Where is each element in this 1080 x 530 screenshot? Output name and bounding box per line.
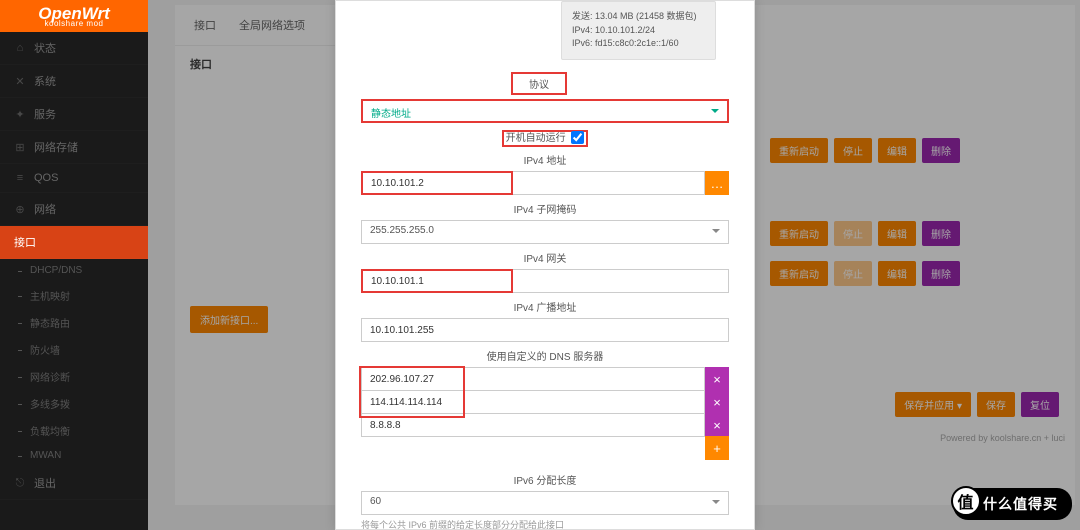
nav-logout[interactable]: ⎋ 退出 <box>0 467 148 500</box>
wrench-icon: ✕ <box>14 75 26 87</box>
ipv4-bcast-input[interactable] <box>361 318 729 342</box>
info-ipv6: IPv6: fd15:c8c0:2c1e::1/60 <box>572 37 705 51</box>
nav-sub-hosts[interactable]: 主机映射 <box>0 282 148 309</box>
logout-icon: ⎋ <box>14 477 26 489</box>
dns-add-button[interactable]: + <box>705 436 729 460</box>
ipv6-len-hint: 将每个公共 IPv6 前缀的给定长度部分分配给此接口 <box>361 518 729 530</box>
nav-status[interactable]: ⌂ 状态 <box>0 32 148 65</box>
home-icon: ⌂ <box>14 42 26 54</box>
ipv6-len-select[interactable]: 60 <box>361 491 729 515</box>
protocol-value: 静态地址 <box>371 109 411 120</box>
nav-sub-firewall[interactable]: 防火墙 <box>0 336 148 363</box>
nas-icon: ⊞ <box>14 141 26 153</box>
nav-sub-multiwan[interactable]: 多线多拨 <box>0 390 148 417</box>
ipv4-gw-label: IPv4 网关 <box>361 250 729 265</box>
nav-label: 状态 <box>34 40 56 56</box>
watermark-badge: 值 什么值得买 <box>953 488 1072 520</box>
ipv4-addr-more-button[interactable]: … <box>705 171 729 195</box>
logo: OpenWrt koolshare mod <box>0 0 148 32</box>
nav-label: 网络 <box>34 201 56 217</box>
nav-sub-mwan[interactable]: MWAN <box>0 444 148 467</box>
dns-label: 使用自定义的 DNS 服务器 <box>361 348 729 363</box>
dns-input-3[interactable] <box>361 413 705 437</box>
logo-subtext: koolshare mod <box>45 19 104 28</box>
nav-network[interactable]: ⊕ 网络 <box>0 193 148 226</box>
ipv4-addr-input[interactable] <box>361 171 513 195</box>
nav-nas[interactable]: ⊞ 网络存储 <box>0 131 148 164</box>
ipv6-len-value: 60 <box>370 496 381 507</box>
qos-icon: ≡ <box>14 172 26 184</box>
ipv4-mask-label: IPv4 子网掩码 <box>361 201 729 216</box>
nav-label: 系统 <box>34 73 56 89</box>
dns-remove-button[interactable]: × <box>705 390 729 414</box>
nav-label: 接口 <box>14 234 36 250</box>
chevron-down-icon <box>712 229 720 233</box>
nav-services[interactable]: ✦ 服务 <box>0 98 148 131</box>
edit-interface-modal: 发送: 13.04 MB (21458 数据包) IPv4: 10.10.101… <box>335 0 755 530</box>
ipv4-gw-input[interactable] <box>361 269 513 293</box>
nav-label: QOS <box>34 172 58 184</box>
dns-remove-button[interactable]: × <box>705 367 729 391</box>
dns-input-1[interactable] <box>361 367 705 391</box>
autostart-wrapper: 开机自动运行 <box>502 130 589 147</box>
watermark-icon: 值 <box>951 486 981 516</box>
ipv4-addr-label: IPv4 地址 <box>361 152 729 167</box>
nav-sub-diag[interactable]: 网络诊断 <box>0 363 148 390</box>
nav-label: 网络存储 <box>34 139 78 155</box>
nav-interfaces[interactable]: 接口 <box>0 226 148 259</box>
dns-remove-button[interactable]: × <box>705 413 729 437</box>
sidebar: OpenWrt koolshare mod ⌂状态 ✕系统 ✦服务 ⊞网络存储 … <box>0 0 148 530</box>
protocol-label: 协议 <box>511 72 567 95</box>
nav-label: 服务 <box>34 106 56 122</box>
watermark-text: 什么值得买 <box>983 496 1058 512</box>
info-tx: 发送: 13.04 MB (21458 数据包) <box>572 10 705 24</box>
protocol-select[interactable]: 静态地址 <box>361 99 729 123</box>
ipv4-mask-value: 255.255.255.0 <box>370 225 434 236</box>
globe-icon: ⊕ <box>14 203 26 215</box>
ipv6-len-label: IPv6 分配长度 <box>361 472 729 487</box>
chevron-down-icon <box>712 500 720 504</box>
nav-qos[interactable]: ≡ QOS <box>0 164 148 193</box>
chevron-down-icon <box>711 109 719 113</box>
nav-sub-dhcp[interactable]: DHCP/DNS <box>0 259 148 282</box>
interface-info: 发送: 13.04 MB (21458 数据包) IPv4: 10.10.101… <box>561 1 716 60</box>
nav-system[interactable]: ✕ 系统 <box>0 65 148 98</box>
autostart-label: 开机自动运行 <box>506 133 566 144</box>
ipv4-bcast-label: IPv4 广播地址 <box>361 299 729 314</box>
info-ipv4: IPv4: 10.10.101.2/24 <box>572 24 705 38</box>
nav-sub-routes[interactable]: 静态路由 <box>0 309 148 336</box>
nav-sub-loadbal[interactable]: 负载均衡 <box>0 417 148 444</box>
dns-input-2[interactable] <box>361 390 705 414</box>
ipv4-mask-select[interactable]: 255.255.255.0 <box>361 220 729 244</box>
autostart-checkbox[interactable] <box>571 131 584 144</box>
nav-label: 退出 <box>34 475 56 491</box>
service-icon: ✦ <box>14 108 26 120</box>
